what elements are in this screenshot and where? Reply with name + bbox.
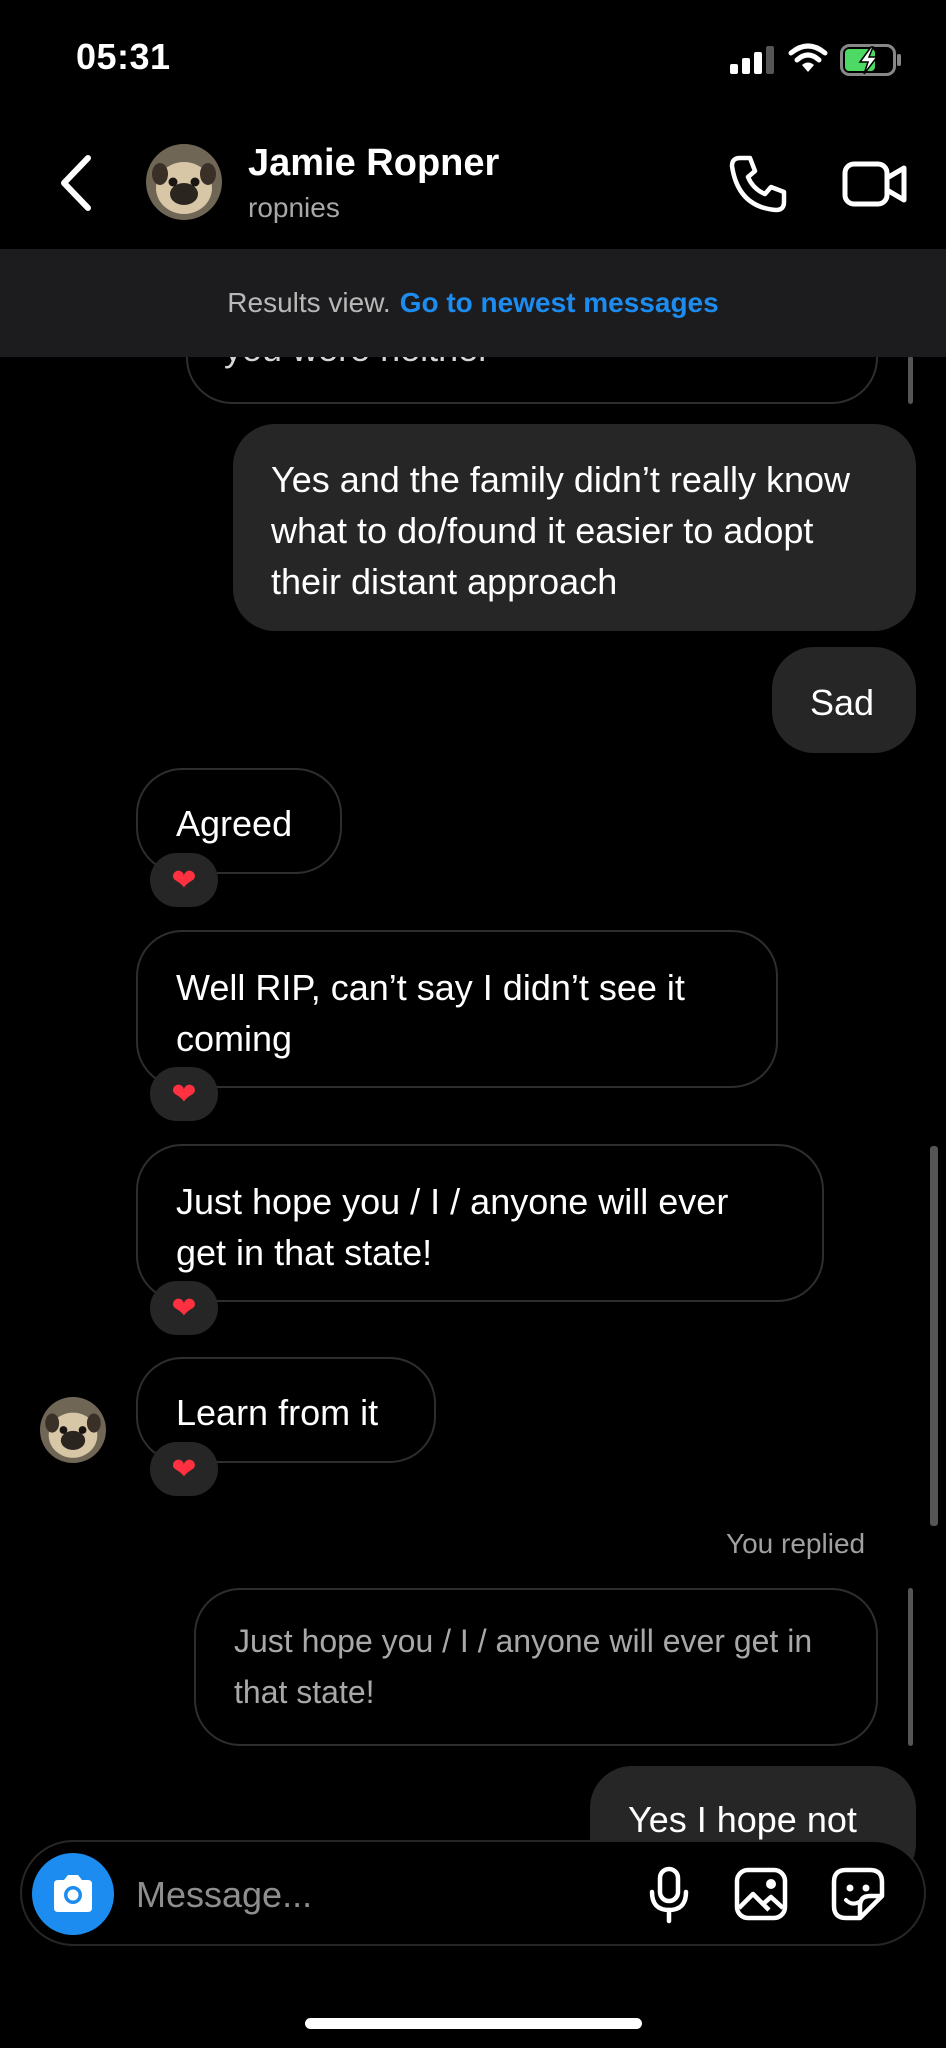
microphone-icon[interactable] <box>646 1866 692 1924</box>
message-bubble-received[interactable]: Just hope you / I / anyone will ever get… <box>136 1144 824 1302</box>
chat-scrollbar[interactable] <box>930 1146 938 1526</box>
heart-reaction[interactable]: ❤ <box>150 853 218 907</box>
pug-avatar-image <box>146 144 222 220</box>
video-call-icon[interactable] <box>842 152 908 216</box>
sender-avatar[interactable] <box>40 1397 106 1463</box>
pug-avatar-image <box>40 1397 106 1463</box>
battery-charging-icon <box>840 44 901 76</box>
scrollbar-segment <box>908 356 913 404</box>
home-indicator[interactable] <box>305 2018 642 2029</box>
heart-icon: ❤ <box>171 1291 197 1325</box>
reply-indicator-line <box>908 1588 913 1746</box>
back-chevron-icon[interactable] <box>50 150 110 216</box>
results-view-banner: Results view. Go to newest messages <box>0 249 946 357</box>
contact-name[interactable]: Jamie Ropner <box>248 142 499 185</box>
heart-reaction[interactable]: ❤ <box>150 1442 218 1496</box>
quoted-reply-bubble[interactable]: Just hope you / I / anyone will ever get… <box>194 1588 878 1746</box>
message-bubble-sent[interactable]: Yes and the family didn’t really know wh… <box>233 424 916 631</box>
go-to-newest-messages-link[interactable]: Go to newest messages <box>400 287 719 319</box>
status-time: 05:31 <box>76 36 171 77</box>
heart-icon: ❤ <box>171 1452 197 1486</box>
phone-call-icon[interactable] <box>726 152 790 216</box>
camera-button[interactable] <box>32 1853 114 1935</box>
heart-reaction[interactable]: ❤ <box>150 1281 218 1335</box>
heart-icon: ❤ <box>171 863 197 897</box>
contact-username[interactable]: ropnies <box>248 192 340 224</box>
message-input[interactable] <box>136 1870 616 1920</box>
results-view-label: Results view. <box>227 287 391 318</box>
wifi-icon <box>788 43 828 72</box>
message-bubble-received[interactable]: Well RIP, can’t say I didn’t see it comi… <box>136 930 778 1088</box>
heart-reaction[interactable]: ❤ <box>150 1067 218 1121</box>
camera-icon <box>54 1875 92 1912</box>
message-bubble-sent[interactable]: Sad <box>772 647 916 753</box>
contact-avatar[interactable] <box>146 144 222 220</box>
you-replied-label: You replied <box>726 1528 866 1559</box>
signal-icon <box>730 46 774 74</box>
gallery-icon[interactable] <box>733 1866 789 1922</box>
sticker-icon[interactable] <box>830 1866 886 1922</box>
heart-icon: ❤ <box>171 1077 197 1111</box>
